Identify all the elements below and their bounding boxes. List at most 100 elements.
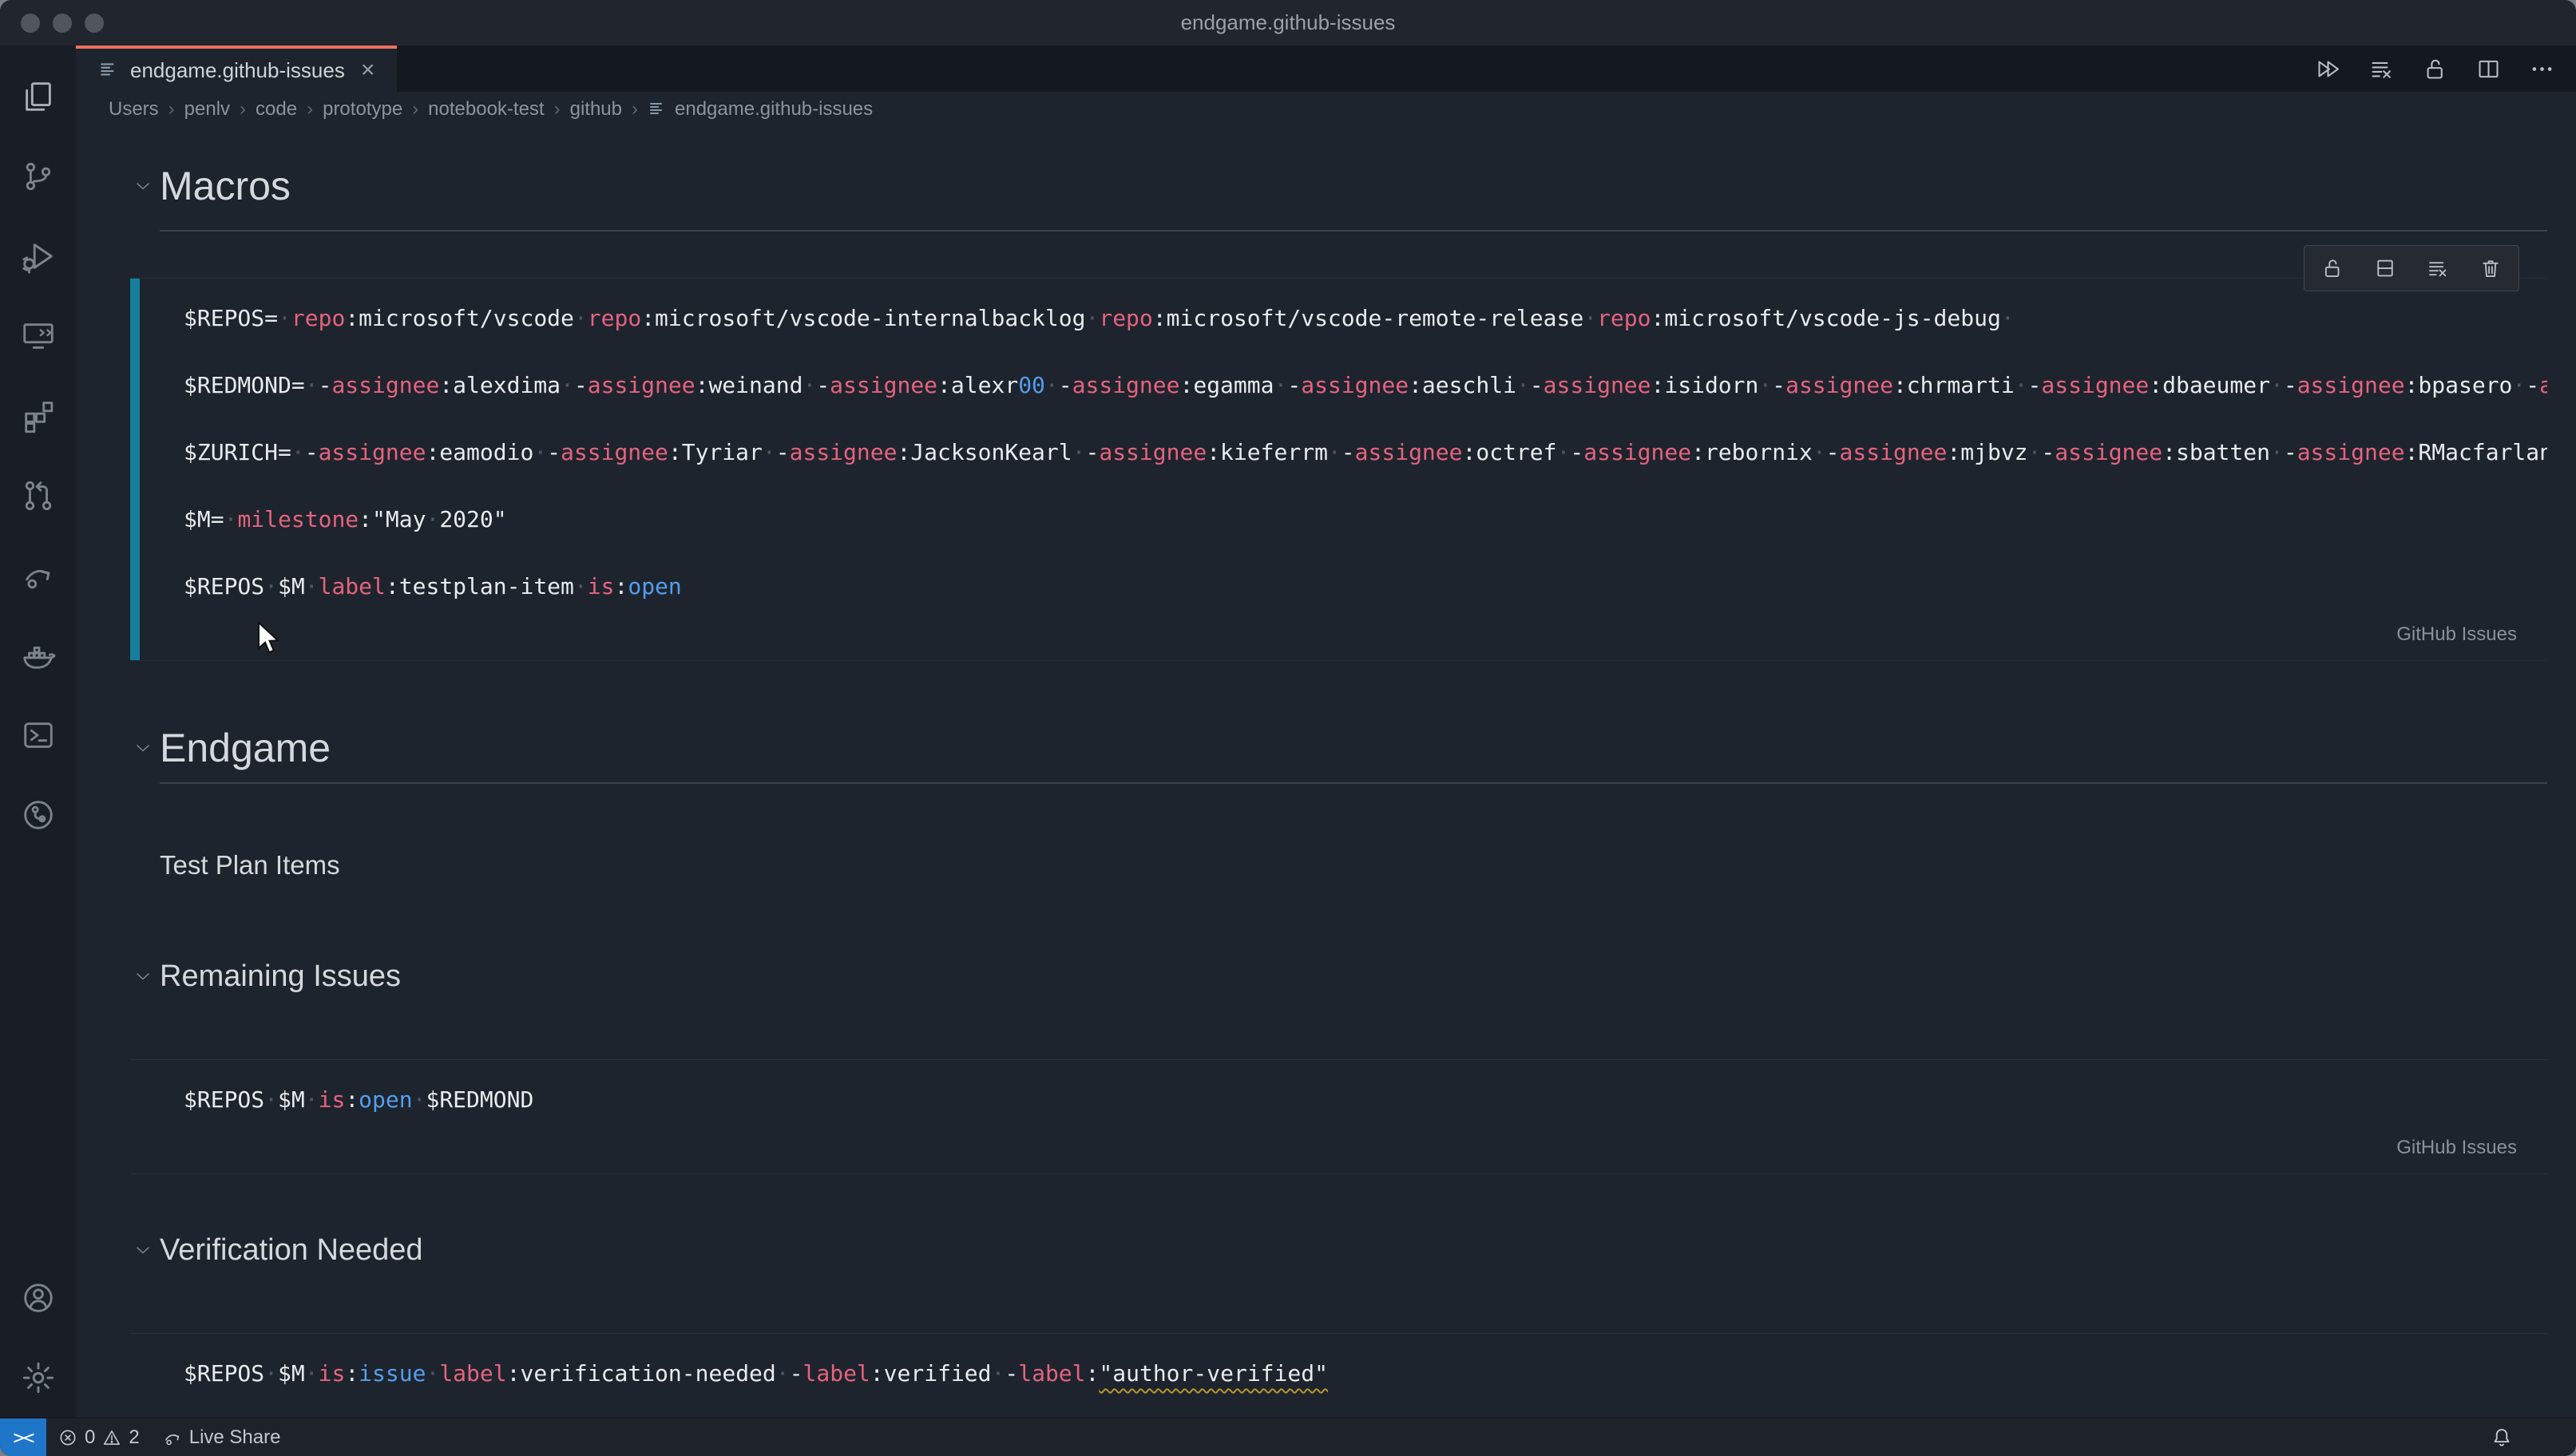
breadcrumb-item-users[interactable]: Users [109, 98, 159, 121]
code-token: : [614, 573, 628, 599]
tab-close-icon[interactable]: × [361, 58, 375, 82]
delete-cell-button[interactable] [2479, 256, 2503, 280]
live-share-label: Live Share [189, 1426, 281, 1449]
code-token: assignee [830, 372, 937, 398]
activity-item-gitlens[interactable] [0, 775, 76, 855]
cell-code-editor[interactable]: $REPOS=·repo:microsoft/vscode·repo:micro… [184, 285, 2547, 620]
code-token: - [776, 439, 790, 465]
run-all-button[interactable] [2315, 56, 2341, 82]
fold-chevron-down-icon[interactable] [132, 737, 154, 759]
breadcrumb-item-github[interactable]: github [570, 98, 622, 121]
github-pull-requests-icon [20, 477, 57, 514]
code-token: · [1045, 372, 1059, 398]
code-token: - [1005, 1360, 1018, 1387]
code-token: $M= [184, 506, 224, 532]
settings-gear-icon [20, 1359, 57, 1396]
code-token: a [2539, 372, 2547, 398]
breadcrumb-label: github [570, 98, 622, 121]
code-token: :alexr [937, 372, 1018, 398]
breadcrumb-item-notebook-test[interactable]: notebook-test [428, 98, 544, 121]
code-token: open [628, 573, 681, 599]
activity-item-remote-explorer[interactable] [0, 296, 76, 376]
activity-item-explorer[interactable] [0, 57, 76, 136]
activity-item-settings-gear[interactable] [0, 1338, 76, 1418]
clear-all-outputs-icon [2368, 56, 2395, 82]
code-token: - [2041, 439, 2055, 465]
code-token: :"May [359, 506, 426, 532]
code-token: $M [278, 573, 305, 599]
unlock-button[interactable] [2320, 256, 2344, 280]
activity-item-source-control[interactable] [0, 136, 76, 216]
code-token: · [803, 372, 816, 398]
code-token: $M [278, 1360, 305, 1387]
code-token: · [2512, 372, 2526, 398]
split-editor-button[interactable] [2475, 56, 2502, 82]
notebook-editor: Macros$REPOS=·repo:microsoft/vscode·repo… [76, 126, 2576, 1418]
cell-code-editor[interactable]: $REPOS·$M·is:open·$REDMOND [184, 1066, 2547, 1134]
clear-all-outputs-button[interactable] [2368, 56, 2395, 82]
code-token: assignee [561, 439, 668, 465]
code-token: · [264, 1360, 278, 1387]
code-token: :eamodio [426, 439, 533, 465]
breadcrumb-item-prototype[interactable]: prototype [323, 98, 402, 121]
code-token: :dbaeumer [2149, 372, 2270, 398]
code-token: · [305, 1360, 319, 1387]
notifications-bell-icon[interactable] [2490, 1426, 2514, 1450]
activity-item-account[interactable] [0, 1258, 76, 1338]
code-token: · [264, 1086, 278, 1113]
cell-language-picker[interactable]: GitHub Issues [2396, 1137, 2517, 1159]
breadcrumb-item-code[interactable]: code [256, 98, 297, 121]
minimize-window-button[interactable] [53, 14, 72, 33]
breadcrumb-label: Users [109, 98, 159, 121]
remote-indicator[interactable]: >< [0, 1418, 46, 1456]
fold-chevron-down-icon[interactable] [132, 965, 154, 987]
more-actions-button[interactable] [2529, 56, 2555, 82]
breadcrumb-label: code [256, 98, 297, 121]
remote-explorer-icon [20, 318, 57, 354]
code-token: :chrmarti [1893, 372, 2015, 398]
code-token: :bpasero [2405, 372, 2513, 398]
live-share-status[interactable]: Live Share [151, 1418, 292, 1456]
cell-language-picker[interactable]: GitHub Issues [2396, 623, 2517, 646]
problems-status[interactable]: 02 [46, 1418, 151, 1456]
cell-status-row: GitHub Issues [184, 620, 2547, 649]
code-token: · [1516, 372, 1530, 398]
split-cell-button[interactable] [2373, 256, 2397, 280]
cell-code-editor[interactable]: $REPOS·$M·is:issue·label:verification-ne… [184, 1340, 2547, 1407]
close-window-button[interactable] [21, 14, 40, 33]
breadcrumb-item-endgame-github-issues[interactable]: endgame.github-issues [648, 98, 873, 121]
code-token: :verification-needed [507, 1360, 776, 1387]
code-token: $M [278, 1086, 305, 1113]
code-line: $REPOS=·repo:microsoft/vscode·repo:micro… [184, 285, 2547, 352]
fold-chevron-down-icon[interactable] [132, 1239, 154, 1261]
code-token: · [1085, 305, 1099, 331]
code-token: is [319, 1360, 346, 1387]
activity-item-extensions[interactable] [0, 376, 76, 456]
code-token: - [790, 1360, 803, 1387]
breadcrumb-label: endgame.github-issues [675, 98, 873, 121]
warning-icon [101, 1427, 122, 1448]
clear-cell-outputs-button[interactable] [2426, 256, 2450, 280]
code-cell: $REPOS·$M·is:issue·label:verification-ne… [130, 1333, 2547, 1418]
editor-column: endgame.github-issues × Users›penlv›code… [76, 46, 2576, 1418]
code-token: · [574, 305, 588, 331]
gitlens-icon [20, 797, 57, 833]
zoom-window-button[interactable] [85, 14, 104, 33]
section-heading-remaining-issues: Remaining Issues [160, 958, 2547, 995]
code-token: · [1583, 305, 1597, 331]
code-token: - [816, 372, 830, 398]
activity-item-terminal[interactable] [0, 695, 76, 775]
activity-item-github-pull-requests[interactable] [0, 456, 76, 536]
unlock-button[interactable] [2422, 56, 2448, 82]
code-token: - [574, 372, 588, 398]
tab-endgame-github-issues[interactable]: endgame.github-issues × [76, 46, 397, 92]
breadcrumb-item-penlv[interactable]: penlv [184, 98, 230, 121]
terminal-icon [20, 717, 57, 754]
activity-item-docker[interactable] [0, 615, 76, 695]
activity-item-live-share[interactable] [0, 536, 76, 615]
activity-item-run-and-debug[interactable] [0, 216, 76, 296]
heading-text: Verification Needed [160, 1232, 423, 1268]
code-token: label [319, 573, 386, 599]
fold-chevron-down-icon[interactable] [132, 175, 154, 197]
code-token: $ZURICH= [184, 439, 291, 465]
